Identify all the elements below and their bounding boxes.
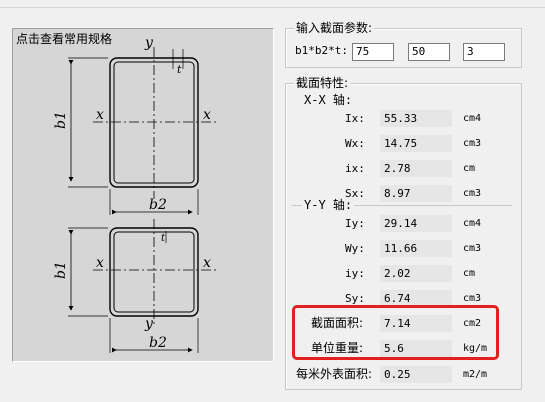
wx-value: 14.75 bbox=[380, 135, 452, 152]
top-b1-label: b1 bbox=[53, 111, 69, 129]
bottom-section-drawing bbox=[68, 219, 218, 353]
wx-unit: cm3 bbox=[463, 138, 482, 149]
ry-label: iy: bbox=[345, 267, 365, 280]
xx-axis-title: X-X 轴: bbox=[302, 93, 355, 107]
iy-label: Iy: bbox=[345, 217, 365, 230]
wy-label: Wy: bbox=[345, 242, 365, 255]
ry-value: 2.02 bbox=[380, 265, 452, 282]
rx-label: ix: bbox=[345, 162, 365, 175]
bottom-x-right-label: x bbox=[203, 255, 211, 271]
sx-label: Sx: bbox=[345, 187, 365, 200]
top-x-left-label: x bbox=[96, 107, 104, 123]
diagram-panel-title[interactable]: 点击查看常用规格 bbox=[16, 30, 112, 47]
top-y-label: y bbox=[144, 35, 154, 51]
surface-value: 0.25 bbox=[380, 366, 452, 383]
wx-label: Wx: bbox=[345, 137, 365, 150]
bottom-t-label: t bbox=[161, 233, 166, 244]
bottom-y-label: y bbox=[144, 316, 154, 332]
window-top-strip bbox=[0, 0, 545, 8]
rx-value: 2.78 bbox=[380, 160, 452, 177]
b2-input[interactable]: 50 bbox=[408, 43, 450, 61]
input-params-title: 输入截面参数: bbox=[294, 21, 375, 35]
section-properties-title: 截面特性: bbox=[294, 76, 351, 90]
ix-unit: cm4 bbox=[463, 113, 482, 124]
iy-unit: cm4 bbox=[463, 218, 482, 229]
surface-label: 每米外表面积: bbox=[296, 367, 373, 381]
t-input[interactable]: 3 bbox=[463, 43, 505, 61]
section-diagram: y x x t b1 b2 y x x t b1 b2 bbox=[53, 35, 218, 353]
rx-unit: cm bbox=[463, 163, 476, 174]
top-b2-label: b2 bbox=[149, 197, 167, 213]
sx-value: 8.97 bbox=[380, 185, 452, 202]
ix-label: Ix: bbox=[345, 112, 365, 125]
iy-value: 29.14 bbox=[380, 215, 452, 232]
surface-unit: m2/m bbox=[463, 369, 488, 380]
top-x-right-label: x bbox=[203, 107, 211, 123]
wy-unit: cm3 bbox=[463, 243, 482, 254]
ix-value: 55.33 bbox=[380, 110, 452, 127]
top-section-drawing bbox=[68, 47, 218, 215]
bottom-b2-label: b2 bbox=[149, 335, 167, 351]
input-label: b1*b2*t: bbox=[295, 44, 348, 57]
wy-value: 11.66 bbox=[380, 240, 452, 257]
highlight-box bbox=[292, 305, 499, 360]
section-diagram-panel[interactable]: y x x t b1 b2 y x x t b1 b2 bbox=[12, 28, 274, 362]
top-t-label: t bbox=[177, 63, 182, 76]
sx-unit: cm3 bbox=[463, 188, 482, 199]
bottom-x-left-label: x bbox=[96, 255, 104, 271]
b1-input[interactable]: 75 bbox=[352, 43, 394, 61]
bottom-b1-label: b1 bbox=[53, 261, 69, 279]
ry-unit: cm bbox=[463, 268, 476, 279]
